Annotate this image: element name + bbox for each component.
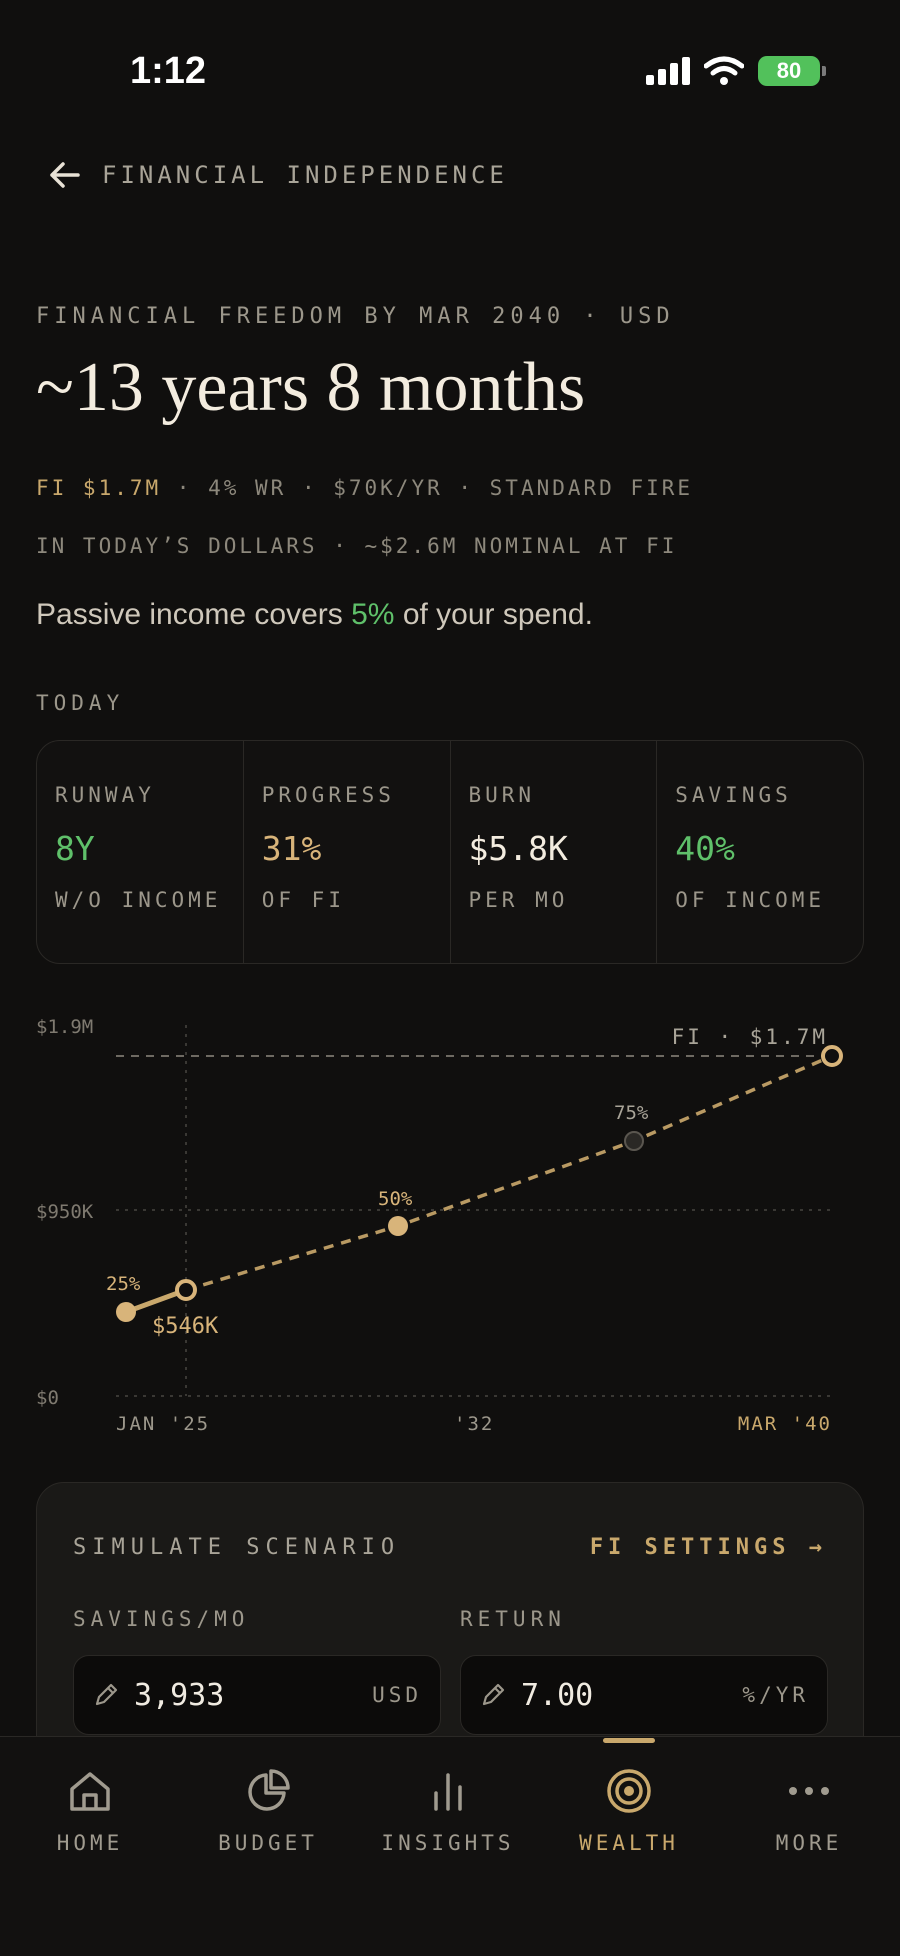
tab-label: WEALTH xyxy=(579,1831,679,1855)
today-section-label: TODAY xyxy=(36,691,125,715)
milestone-label: 50% xyxy=(378,1188,413,1210)
fi-projection-chart: $1.9M $950K $0 FI · $1.7M 25% $546K 50% … xyxy=(36,1016,843,1435)
y-tick-label: $1.9M xyxy=(36,1016,93,1038)
x-tick-label: '32 xyxy=(454,1413,494,1435)
bar-chart-icon xyxy=(434,1773,462,1811)
fi-parameters: FI $1.7M · 4% WR · $70K/YR · STANDARD FI… xyxy=(36,476,693,500)
savings-label: SAVINGS/MO xyxy=(73,1607,250,1631)
stat-runway: RUNWAY 8Y W/O INCOME xyxy=(37,741,244,963)
target-icon xyxy=(607,1769,651,1813)
stat-value: $5.8K xyxy=(468,829,568,868)
tab-wealth[interactable]: WEALTH xyxy=(539,1767,719,1855)
home-icon xyxy=(70,1772,110,1811)
battery-indicator: 80 xyxy=(758,56,826,86)
stat-value: 40% xyxy=(675,829,735,868)
savings-value[interactable]: 3,933 xyxy=(134,1678,372,1713)
x-tick-label: JAN '25 xyxy=(116,1413,210,1435)
page-title: FINANCIAL INDEPENDENCE xyxy=(102,161,508,189)
fi-target-label: FI · $1.7M xyxy=(672,1025,828,1049)
milestone-75-point xyxy=(624,1131,644,1151)
savings-input[interactable]: 3,933 USD xyxy=(73,1655,441,1735)
y-tick-label: $950K xyxy=(36,1201,94,1223)
wifi-icon xyxy=(704,56,744,85)
tab-label: BUDGET xyxy=(218,1831,318,1855)
fi-date-eyebrow: FINANCIAL FREEDOM BY MAR 2040 · USD xyxy=(36,304,675,329)
x-tick-label: MAR '40 xyxy=(738,1413,832,1435)
dollar-basis-note: IN TODAY’S DOLLARS · ~$2.6M NOMINAL AT F… xyxy=(36,534,678,558)
fi-settings-link[interactable]: FI SETTINGS → xyxy=(590,1535,827,1560)
milestone-50-point xyxy=(388,1216,408,1236)
stat-value: 8Y xyxy=(55,829,95,868)
return-unit: %/YR xyxy=(742,1683,809,1707)
current-value-label: $546K xyxy=(152,1314,219,1339)
current-value-point xyxy=(175,1279,197,1301)
fi-target: FI $1.7M xyxy=(36,476,162,500)
savings-unit: USD xyxy=(372,1683,422,1707)
active-tab-indicator xyxy=(603,1738,655,1743)
return-input[interactable]: 7.00 %/YR xyxy=(460,1655,828,1735)
stat-burn: BURN $5.8K PER MO xyxy=(451,741,658,963)
passive-income-note: Passive income covers 5% of your spend. xyxy=(36,598,593,631)
fi-parameters-rest: · 4% WR · $70K/YR · STANDARD FIRE xyxy=(161,476,694,500)
projection-line xyxy=(185,1054,833,1292)
status-bar: 1:12 80 xyxy=(0,0,900,140)
tab-budget[interactable]: BUDGET xyxy=(178,1767,358,1855)
time-to-fi-headline: ~13 years 8 months xyxy=(36,349,586,426)
back-nav[interactable]: FINANCIAL INDEPENDENCE xyxy=(48,160,508,190)
tab-bar: HOME BUDGET INSIGHTS WEALTH MORE xyxy=(0,1736,900,1956)
return-value[interactable]: 7.00 xyxy=(521,1678,742,1713)
more-dots-icon xyxy=(789,1787,829,1795)
tab-home[interactable]: HOME xyxy=(0,1767,180,1855)
stat-progress: PROGRESS 31% OF FI xyxy=(244,741,451,963)
stat-savings: SAVINGS 40% OF INCOME xyxy=(657,741,863,963)
scenario-title: SIMULATE SCENARIO xyxy=(73,1535,401,1560)
pencil-icon xyxy=(95,1683,118,1706)
fi-target-point xyxy=(821,1045,843,1067)
battery-level: 80 xyxy=(776,58,802,83)
tab-label: INSIGHTS xyxy=(381,1831,515,1855)
arrow-left-icon[interactable] xyxy=(48,160,82,190)
pie-chart-icon xyxy=(248,1769,290,1811)
pencil-icon xyxy=(482,1683,505,1706)
cellular-signal-icon xyxy=(646,57,690,85)
tab-label: MORE xyxy=(775,1831,843,1855)
tab-insights[interactable]: INSIGHTS xyxy=(358,1767,538,1855)
milestone-label: 25% xyxy=(106,1273,141,1295)
y-tick-label: $0 xyxy=(36,1387,59,1409)
milestone-label: 75% xyxy=(614,1102,649,1124)
tab-label: HOME xyxy=(56,1831,124,1855)
today-stats-grid: RUNWAY 8Y W/O INCOME PROGRESS 31% OF FI … xyxy=(36,740,864,964)
return-label: RETURN xyxy=(460,1607,566,1631)
status-time: 1:12 xyxy=(130,50,207,92)
tab-more[interactable]: MORE xyxy=(719,1767,899,1855)
milestone-25-point xyxy=(116,1302,136,1322)
stat-value: 31% xyxy=(261,829,322,868)
passive-income-pct: 5% xyxy=(351,598,395,631)
